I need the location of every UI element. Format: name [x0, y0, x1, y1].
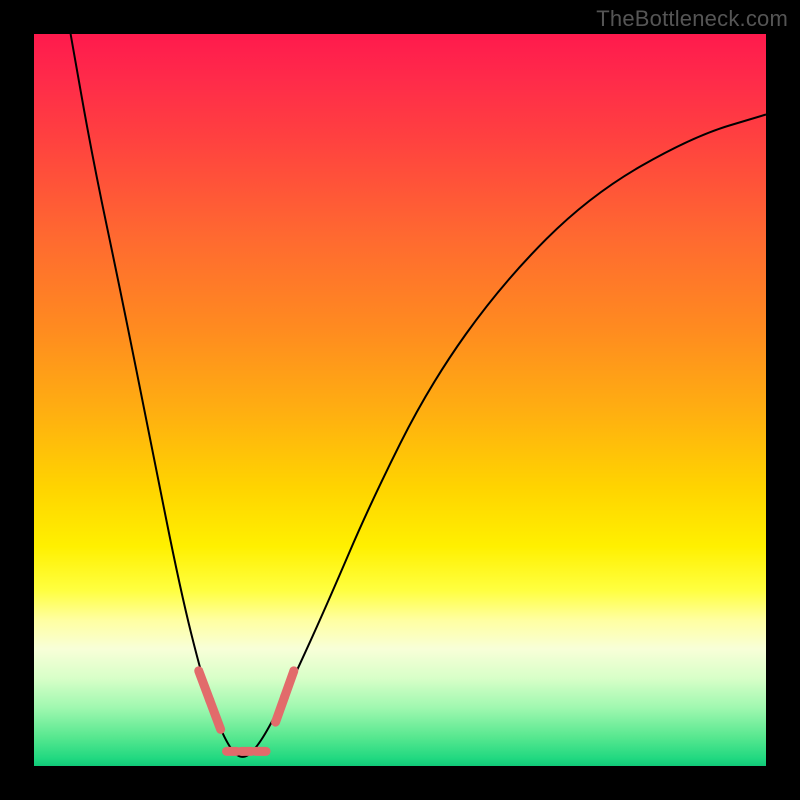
watermark-text: TheBottleneck.com: [596, 6, 788, 32]
chart-svg: [34, 34, 766, 766]
chart-plot-area: [34, 34, 766, 766]
highlight-dashes: [199, 671, 294, 752]
bottleneck-curve: [71, 34, 766, 757]
